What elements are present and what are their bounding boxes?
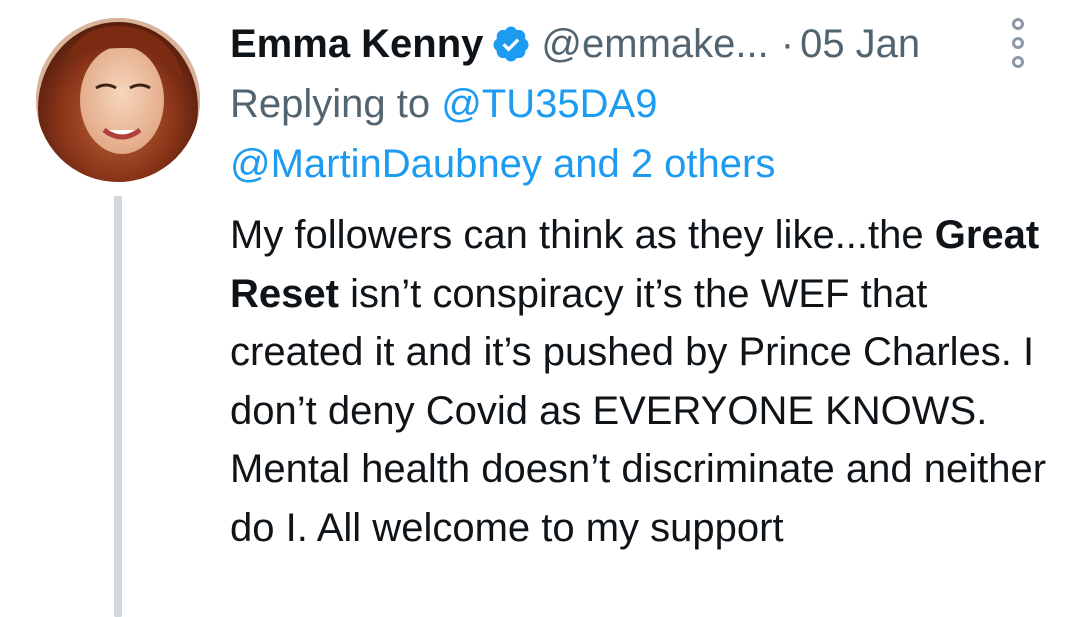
tweet-text-part: My followers can think as they like...th… <box>230 213 935 257</box>
profile-photo <box>36 18 200 182</box>
tweet-date[interactable]: 05 Jan <box>800 14 920 74</box>
replying-to-label: Replying to <box>230 82 442 126</box>
more-vertical-icon[interactable] <box>1006 18 1030 68</box>
more-dot <box>1012 56 1024 68</box>
separator-dot: · <box>780 22 795 66</box>
mention-link[interactable]: @TU35DA9 <box>441 82 657 126</box>
tweet-header: Emma Kenny @emmake... · 05 Jan <box>230 14 920 74</box>
author-handle[interactable]: @emmake... <box>541 14 768 74</box>
replying-to-others: @MartinDaubney and 2 others <box>230 134 775 194</box>
tweet[interactable]: Emma Kenny @emmake... · 05 Jan Replying … <box>0 0 1080 617</box>
mention-link[interactable]: @MartinDaubney <box>230 142 542 186</box>
author-name[interactable]: Emma Kenny <box>230 14 483 74</box>
tweet-text-part: isn’t conspiracy it’s the WEF that creat… <box>230 271 1047 550</box>
replying-to: Replying to @TU35DA9 <box>230 74 657 134</box>
verified-badge-icon <box>493 26 529 62</box>
tweet-text: My followers can think as they like...th… <box>230 206 1060 557</box>
thread-line <box>114 196 122 617</box>
more-dot <box>1012 37 1024 49</box>
more-dot <box>1012 18 1024 30</box>
others-link[interactable]: and 2 others <box>542 142 775 186</box>
avatar[interactable] <box>36 18 200 182</box>
